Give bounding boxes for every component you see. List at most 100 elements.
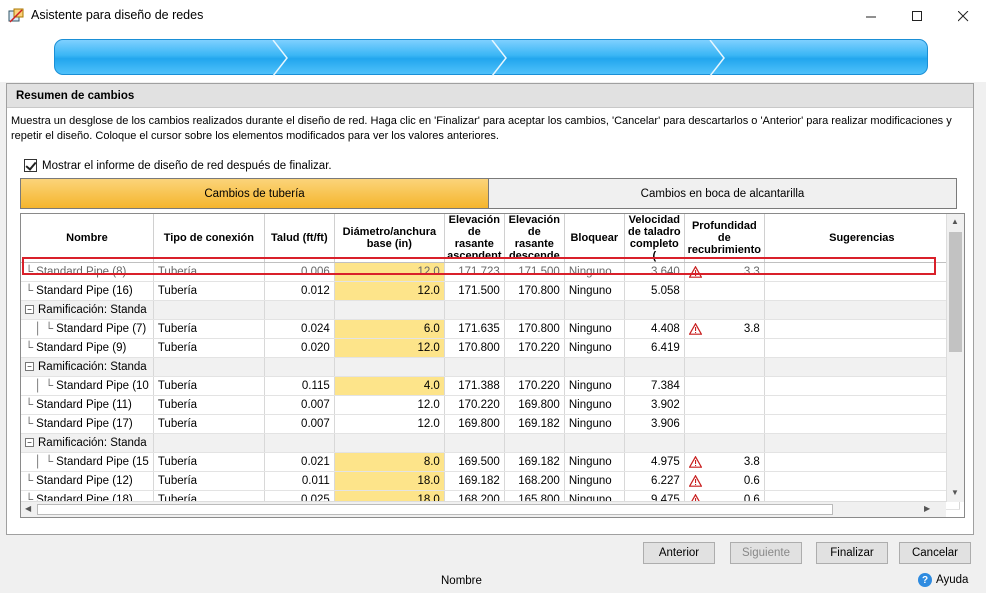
tree-line-icon: └ — [25, 399, 34, 411]
diameter-value: 12.0 — [417, 266, 440, 278]
branch-group-row[interactable]: − Ramificación: Standa — [21, 300, 960, 320]
empty-cell — [153, 357, 265, 377]
changes-table: Nombre Tipo de conexión Talud (ft/ft) Di… — [21, 214, 960, 510]
column-header-elev-asc[interactable]: Elevación de rasante ascendent — [444, 214, 505, 263]
show-report-checkbox[interactable] — [24, 159, 37, 172]
table-row[interactable]: └ Standard Pipe (17) Tubería 0.007 12.0 169.8… — [21, 414, 960, 434]
elev-asc-value: 171.723 — [458, 266, 500, 278]
bloquear-value: Ninguno — [568, 285, 612, 297]
elev-desc-value: 171.500 — [518, 266, 560, 278]
bloquear-value: Ninguno — [568, 342, 612, 354]
table-row[interactable]: └ Standard Pipe (16) Tubería 0.012 12.0 171.5… — [21, 281, 960, 301]
table-row[interactable]: └ Standard Pipe (11) Tubería 0.007 12.0 170.2… — [21, 395, 960, 415]
column-header-velocidad[interactable]: Velocidad de taladro completo ( — [624, 214, 685, 263]
help-icon[interactable]: ? — [918, 573, 932, 587]
scroll-left-icon[interactable]: ◀ — [25, 504, 31, 513]
vertical-scrollbar[interactable]: ▲ ▼ — [946, 214, 964, 502]
tab-pipe-changes[interactable]: Cambios de tubería — [21, 179, 489, 208]
profundidad-value: 3.8 — [743, 323, 760, 335]
cancelar-button[interactable]: Cancelar — [899, 542, 971, 564]
tree-line-icon: └ — [25, 418, 34, 430]
empty-cell — [444, 357, 505, 377]
name-cell: └ Standard Pipe (9) — [21, 338, 154, 358]
collapse-icon[interactable]: − — [25, 305, 34, 315]
sugerencias-cell — [764, 471, 960, 491]
diameter-cell: 12.0 — [334, 281, 445, 301]
maximize-icon[interactable] — [894, 0, 940, 32]
elev-desc-value: 169.182 — [518, 418, 560, 430]
name-cell: └ Standard Pipe (16) — [21, 281, 154, 301]
tab-structure-changes[interactable]: Cambios en boca de alcantarilla — [489, 179, 956, 208]
scroll-down-icon[interactable]: ▼ — [951, 488, 959, 497]
diameter-cell: 18.0 — [334, 471, 445, 491]
bloquear-cell: Ninguno — [564, 376, 625, 396]
talud-value: 0.012 — [301, 285, 330, 297]
minimize-icon[interactable] — [848, 0, 894, 32]
table-row[interactable]: │ └ Standard Pipe (15 Tubería 0.021 8.0 169.5… — [21, 452, 960, 472]
velocidad-cell: 4.975 — [624, 452, 685, 472]
finalizar-button[interactable]: Finalizar — [816, 542, 888, 564]
empty-cell — [684, 433, 765, 453]
bloquear-cell: Ninguno — [564, 262, 625, 282]
empty-cell — [564, 357, 625, 377]
column-header-sugerencias[interactable]: Sugerencias — [764, 214, 960, 263]
collapse-icon[interactable]: − — [25, 362, 34, 372]
column-header-nombre[interactable]: Nombre — [21, 214, 154, 263]
column-header-tipo[interactable]: Tipo de conexión — [153, 214, 265, 263]
column-header-elev-desc[interactable]: Elevación de rasante descende — [504, 214, 565, 263]
velocidad-value: 6.227 — [651, 475, 680, 487]
tipo-value: Tubería — [157, 475, 198, 487]
help-label[interactable]: Ayuda — [936, 574, 968, 586]
table-row[interactable]: └ Standard Pipe (8) Tubería 0.006 12.0 171.72… — [21, 262, 960, 282]
warning-icon — [688, 323, 702, 335]
elev-desc-cell: 170.800 — [504, 281, 565, 301]
siguiente-button[interactable]: Siguiente — [730, 542, 802, 564]
help-link[interactable]: ? Ayuda — [918, 573, 968, 587]
empty-cell — [504, 433, 565, 453]
column-header-bloquear[interactable]: Bloquear — [564, 214, 625, 263]
empty-cell — [684, 300, 765, 320]
elev-asc-value: 169.800 — [458, 418, 500, 430]
talud-value: 0.115 — [301, 380, 330, 392]
branch-group-row[interactable]: − Ramificación: Standa — [21, 357, 960, 377]
column-header-diametro[interactable]: Diámetro/anchura base (in) — [334, 214, 445, 263]
bloquear-cell: Ninguno — [564, 471, 625, 491]
tipo-cell: Tubería — [153, 376, 265, 396]
scroll-right-icon[interactable]: ▶ — [924, 504, 930, 513]
diameter-value: 12.0 — [417, 285, 440, 297]
bloquear-value: Ninguno — [568, 475, 612, 487]
diameter-cell: 12.0 — [334, 338, 445, 358]
diameter-cell: 12.0 — [334, 414, 445, 434]
diameter-value: 12.0 — [417, 342, 440, 354]
horizontal-scrollbar[interactable]: ◀ ▶ — [21, 501, 946, 517]
anterior-button[interactable]: Anterior — [643, 542, 715, 564]
scroll-up-icon[interactable]: ▲ — [951, 217, 959, 226]
elev-desc-value: 169.182 — [518, 456, 560, 468]
tree-line-icon: └ — [25, 266, 34, 278]
elev-desc-cell: 170.220 — [504, 338, 565, 358]
branch-group-row[interactable]: − Ramificación: Standa — [21, 433, 960, 453]
vertical-scroll-thumb[interactable] — [949, 232, 962, 352]
velocidad-value: 3.902 — [651, 399, 680, 411]
velocidad-value: 7.384 — [651, 380, 680, 392]
horizontal-scroll-thumb[interactable] — [37, 504, 833, 515]
table-row[interactable]: └ Standard Pipe (9) Tubería 0.020 12.0 170.80… — [21, 338, 960, 358]
status-bar: Nombre ? Ayuda — [0, 570, 986, 593]
table-row[interactable]: └ Standard Pipe (12) Tubería 0.011 18.0 169.1… — [21, 471, 960, 491]
elev-desc-value: 169.800 — [518, 399, 560, 411]
column-header-talud[interactable]: Talud (ft/ft) — [264, 214, 335, 263]
elev-asc-cell: 171.388 — [444, 376, 505, 396]
close-icon[interactable] — [940, 0, 986, 32]
velocidad-value: 3.640 — [651, 266, 680, 278]
show-report-label: Mostrar el informe de diseño de red desp… — [42, 159, 332, 172]
branch-label: Ramificación: Standa — [38, 437, 147, 449]
elev-desc-cell: 170.220 — [504, 376, 565, 396]
column-header-profundidad[interactable]: Profundidad de recubrimiento — [684, 214, 765, 263]
empty-cell — [264, 433, 335, 453]
summary-panel: Resumen de cambios Muestra un desglose d… — [6, 83, 974, 535]
table-row[interactable]: │ └ Standard Pipe (7) Tubería 0.024 6.0 171.6… — [21, 319, 960, 339]
show-report-option[interactable]: Mostrar el informe de diseño de red desp… — [24, 159, 332, 172]
elev-asc-cell: 169.182 — [444, 471, 505, 491]
collapse-icon[interactable]: − — [25, 438, 34, 448]
table-row[interactable]: │ └ Standard Pipe (10 Tubería 0.115 4.0 171.3… — [21, 376, 960, 396]
